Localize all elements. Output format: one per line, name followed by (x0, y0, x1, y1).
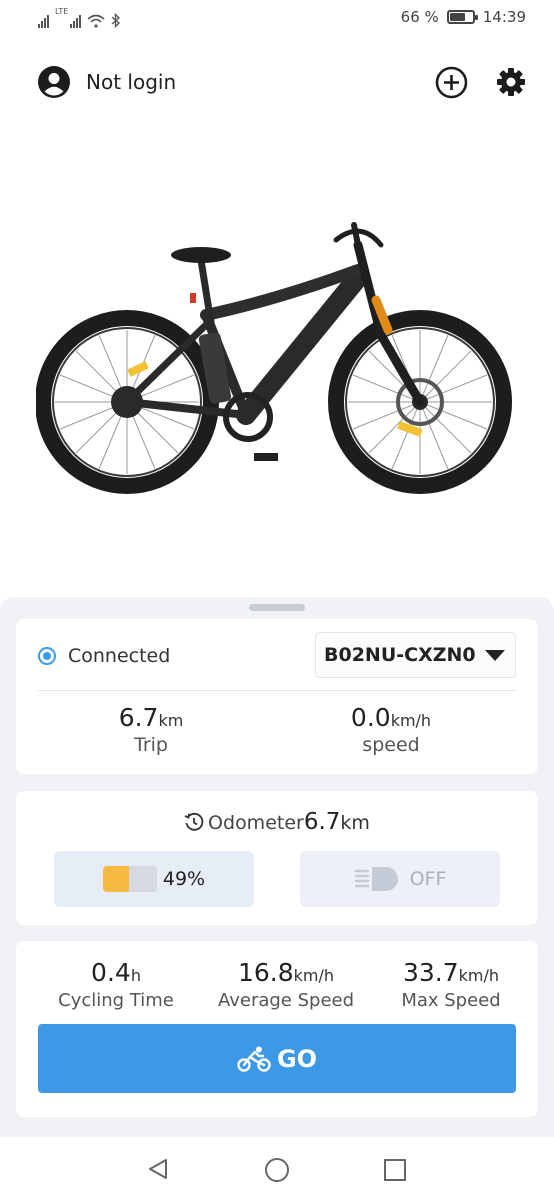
add-circle-icon[interactable] (435, 66, 468, 99)
average-speed-value: 16.8 (237, 958, 294, 987)
headlight-state: OFF (409, 868, 447, 890)
max-speed-label: Max Speed (401, 990, 501, 1011)
cycling-time-stat: 0.4h Cycling Time (36, 957, 196, 1013)
odometer-unit: km (340, 812, 370, 834)
trip-value: 6.7 (118, 703, 159, 732)
headlight-icon (354, 867, 398, 891)
connection-status: Connected (38, 645, 170, 667)
battery-percent-label: 49% (162, 868, 206, 890)
trip-stat: 6.7km Trip (76, 703, 226, 757)
status-right: 66 % 14:39 (401, 8, 526, 26)
trip-label: Trip (134, 734, 168, 756)
max-speed-value: 33.7 (402, 958, 459, 987)
connected-indicator-icon (38, 647, 56, 665)
average-speed-unit: km/h (293, 966, 335, 985)
speed-value: 0.0 (350, 703, 391, 732)
max-speed-stat: 33.7km/h Max Speed (376, 957, 526, 1013)
app-header: Not login (38, 62, 526, 102)
history-clock-icon (184, 812, 204, 831)
bike-frame (123, 222, 425, 425)
headlight-toggle[interactable]: OFF (300, 851, 500, 907)
ride-stats-card: 0.4h Cycling Time 16.8km/h Average Speed… (16, 941, 538, 1117)
speed-unit: km/h (390, 711, 432, 730)
battery-percent: 66 % (400, 8, 439, 26)
max-speed-unit: km/h (458, 966, 500, 985)
cyclist-icon (237, 1046, 271, 1072)
battery-tile: 49% (54, 851, 254, 907)
connection-card: Connected B02NU-CXZN0 6.7km Trip 0.0km/h… (16, 619, 538, 774)
bike-pedal (254, 453, 278, 461)
recent-apps-icon[interactable] (383, 1158, 407, 1182)
average-speed-stat: 16.8km/h Average Speed (206, 957, 366, 1013)
login-label[interactable]: Not login (86, 70, 176, 94)
status-left: LTE (38, 8, 121, 28)
clock: 14:39 (482, 8, 526, 26)
trip-unit: km (158, 711, 184, 730)
bluetooth-icon (111, 13, 121, 28)
caret-down-icon (485, 649, 505, 661)
odometer-value: 6.7 (303, 809, 341, 835)
bike-seat (171, 247, 231, 263)
signal-2-icon (70, 14, 82, 28)
go-button[interactable]: GO (38, 1024, 516, 1093)
back-icon[interactable] (146, 1157, 170, 1181)
device-name: B02NU-CXZN0 (324, 644, 476, 666)
average-speed-label: Average Speed (217, 990, 355, 1011)
odometer-label: Odometer (208, 812, 304, 834)
connection-label: Connected (68, 645, 171, 667)
system-nav-bar (0, 1137, 554, 1200)
divider (38, 690, 516, 691)
bike-image (36, 222, 512, 494)
bike-rear-light (190, 293, 196, 303)
header-actions (435, 66, 526, 99)
user-avatar-icon[interactable] (38, 66, 70, 98)
wifi-icon (87, 14, 105, 28)
cycling-time-label: Cycling Time (58, 990, 174, 1011)
signal-1-icon (38, 14, 49, 28)
odometer: Odometer 6.7 km (16, 809, 538, 835)
gear-icon[interactable] (496, 67, 526, 97)
home-icon[interactable] (264, 1157, 290, 1183)
device-selector[interactable]: B02NU-CXZN0 (315, 632, 516, 678)
sheet-drag-handle[interactable] (249, 604, 305, 611)
speed-label: speed (362, 734, 420, 756)
battery-icon (446, 10, 478, 24)
go-label: GO (276, 1044, 318, 1073)
odometer-card: Odometer 6.7 km 49% OFF (16, 791, 538, 925)
network-type: LTE (55, 7, 69, 16)
speed-stat: 0.0km/h speed (316, 703, 466, 757)
cycling-time-value: 0.4 (91, 958, 131, 987)
status-bar: LTE 66 % 14:39 (0, 0, 554, 38)
cycling-time-unit: h (130, 966, 141, 985)
bottom-sheet: Connected B02NU-CXZN0 6.7km Trip 0.0km/h… (0, 597, 554, 1137)
battery-level-icon (102, 866, 157, 892)
